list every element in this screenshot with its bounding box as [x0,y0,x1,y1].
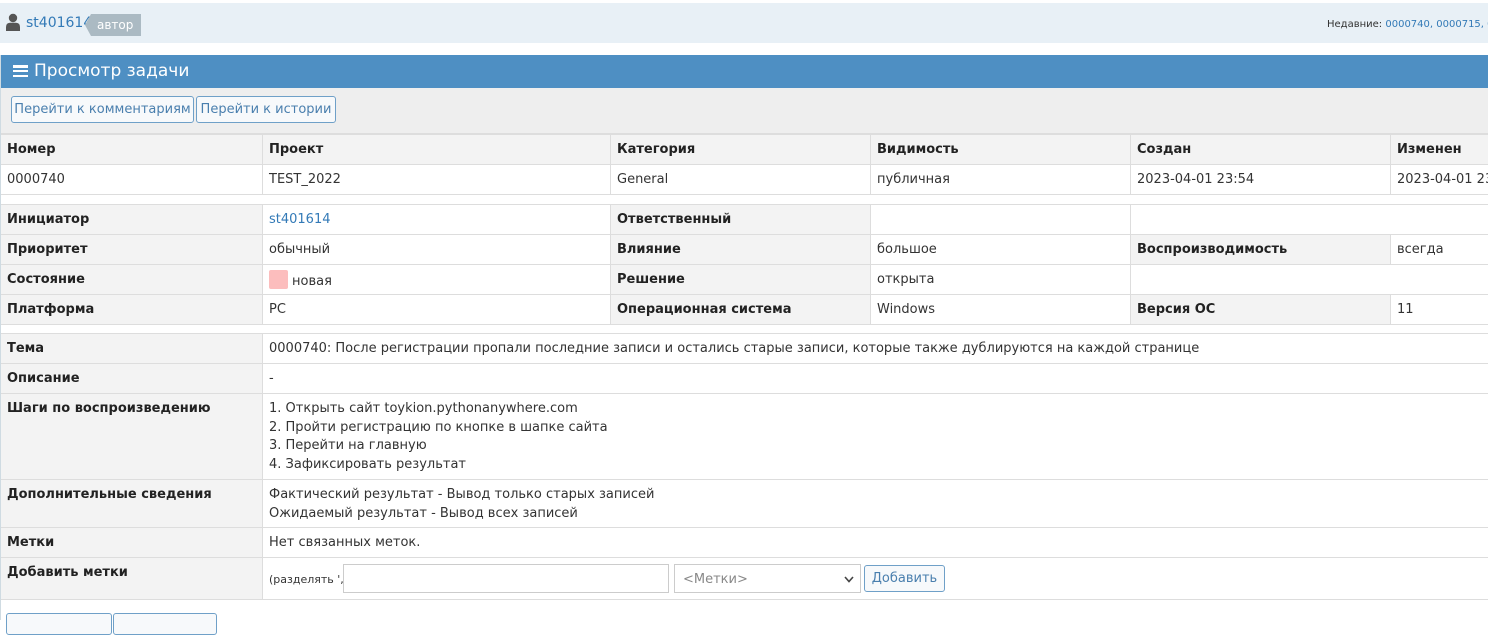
created-value: 2023-04-01 23:54 [1130,165,1390,194]
hamburger-icon [13,65,28,78]
description-value: - [262,364,1488,393]
tag-separator-hint: (разделять ',') [269,573,352,586]
additional-info-label: Дополнительные сведения [1,480,262,527]
issue-view-widget: Просмотр задачи Перейти к комментариям П… [0,55,1488,620]
table-row: Добавить метки (разделять ',') <Метки> Д… [1,558,1488,600]
table-row: Дополнительные сведения Фактический резу… [1,480,1488,528]
add-tags-cell: (разделять ',') <Метки> Добавить [262,558,1488,599]
column-header: Изменен [1390,135,1488,164]
status-value: новая [292,274,332,289]
platform-value: PC [262,295,610,324]
widget-toolbar: Перейти к комментариям Перейти к истории [1,88,1488,134]
table-row: Приоритет обычный Влияние большое Воспро… [1,235,1488,265]
os-label: Операционная система [610,295,870,324]
issue-details-table: Инициатор st401614 Ответственный Приорит… [1,204,1488,325]
updated-value: 2023-04-01 23:5 [1390,165,1488,194]
platform-label: Платформа [1,295,262,324]
table-row: Инициатор st401614 Ответственный [1,205,1488,235]
additional-line: Ожидаемый результат - Вывод всех записей [269,505,578,521]
reporter-link[interactable]: st401614 [269,212,331,227]
table-header-row: Номер Проект Категория Видимость Создан … [1,135,1488,165]
table-row: Тема 0000740: После регистрации пропали … [1,334,1488,364]
empty-cell [1130,265,1488,294]
category-value: General [610,165,870,194]
column-header: Номер [7,142,56,157]
column-header: Проект [262,135,610,164]
step-line: 2. Пройти регистрацию по кнопке в шапке … [269,419,608,435]
description-label: Описание [1,364,262,393]
step-line: 4. Зафиксировать результат [269,456,466,472]
table-row: Шаги по воспроизведению 1. Открыть сайт … [1,394,1488,480]
add-tags-label: Добавить метки [1,558,262,599]
additional-line: Фактический результат - Вывод только ста… [269,487,655,502]
reproducibility-value: всегда [1390,235,1488,264]
top-navbar: st401614 автор Недавние: 0000740, 000071… [0,3,1488,43]
reporter-cell: st401614 [262,205,610,234]
tags-value: Нет связанных меток. [262,528,1488,557]
summary-label: Тема [1,334,262,363]
status-cell: новая [262,265,610,294]
step-line: 1. Открыть сайт toykion.pythonanywhere.c… [269,401,578,416]
jump-to-comments-button[interactable]: Перейти к комментариям [11,96,194,123]
username-link[interactable]: st401614 [26,15,92,31]
visibility-value: публичная [870,165,1130,194]
resolution-value: открыта [870,265,1130,294]
table-row: Описание - [1,364,1488,394]
severity-label: Влияние [610,235,870,264]
tags-label: Метки [1,528,262,557]
additional-info-value: Фактический результат - Вывод только ста… [262,480,1488,527]
column-header: Категория [610,135,870,164]
priority-label: Приоритет [1,235,262,264]
step-line: 3. Перейти на главную [269,438,427,453]
tag-select-value: <Метки> [683,572,748,587]
reporter-label: Инициатор [1,205,262,234]
issue-id: 0000740 [7,172,65,187]
column-header: Создан [1130,135,1390,164]
table-row: Платформа PC Операционная система Window… [1,295,1488,325]
steps-value: 1. Открыть сайт toykion.pythonanywhere.c… [262,394,1488,479]
role-badge: автор [84,14,142,36]
os-version-label: Версия ОС [1130,295,1390,324]
issue-text-table: Тема 0000740: После регистрации пропали … [1,333,1488,600]
tag-select[interactable]: <Метки> [674,564,861,593]
table-row: Состояние новая Решение открыта [1,265,1488,295]
summary-value: 0000740: После регистрации пропали после… [262,334,1488,363]
bottom-action-button[interactable] [6,613,112,635]
chevron-down-icon [844,576,854,583]
handler-value [870,205,1130,234]
add-tag-button[interactable]: Добавить [864,565,945,592]
severity-value: большое [870,235,1130,264]
jump-to-history-button[interactable]: Перейти к истории [196,96,336,123]
resolution-label: Решение [610,265,870,294]
recent-issues: Недавние: 0000740, 0000715, 000 [1327,19,1488,30]
handler-label: Ответственный [610,205,870,234]
user-icon [6,13,20,31]
os-value: Windows [870,295,1130,324]
status-label: Состояние [1,265,262,294]
table-row: 0000740 TEST_2022 General публичная 2023… [1,165,1488,195]
recent-label: Недавние: [1327,19,1383,30]
steps-label: Шаги по воспроизведению [1,394,262,479]
empty-cell [1130,205,1488,234]
priority-value: обычный [262,235,610,264]
project-value: TEST_2022 [262,165,610,194]
issue-summary-table: Номер Проект Категория Видимость Создан … [1,134,1488,195]
recent-issue-links[interactable]: 0000740, 0000715, 000 [1385,19,1488,30]
status-color-swatch [269,270,288,289]
tag-input[interactable] [343,564,669,593]
page-title: Просмотр задачи [34,61,190,81]
bottom-action-button[interactable] [113,613,217,635]
reproducibility-label: Воспроизводимость [1130,235,1390,264]
os-version-value: 11 [1390,295,1488,324]
widget-header: Просмотр задачи [1,55,1488,88]
column-header: Видимость [870,135,1130,164]
table-row: Метки Нет связанных меток. [1,528,1488,558]
